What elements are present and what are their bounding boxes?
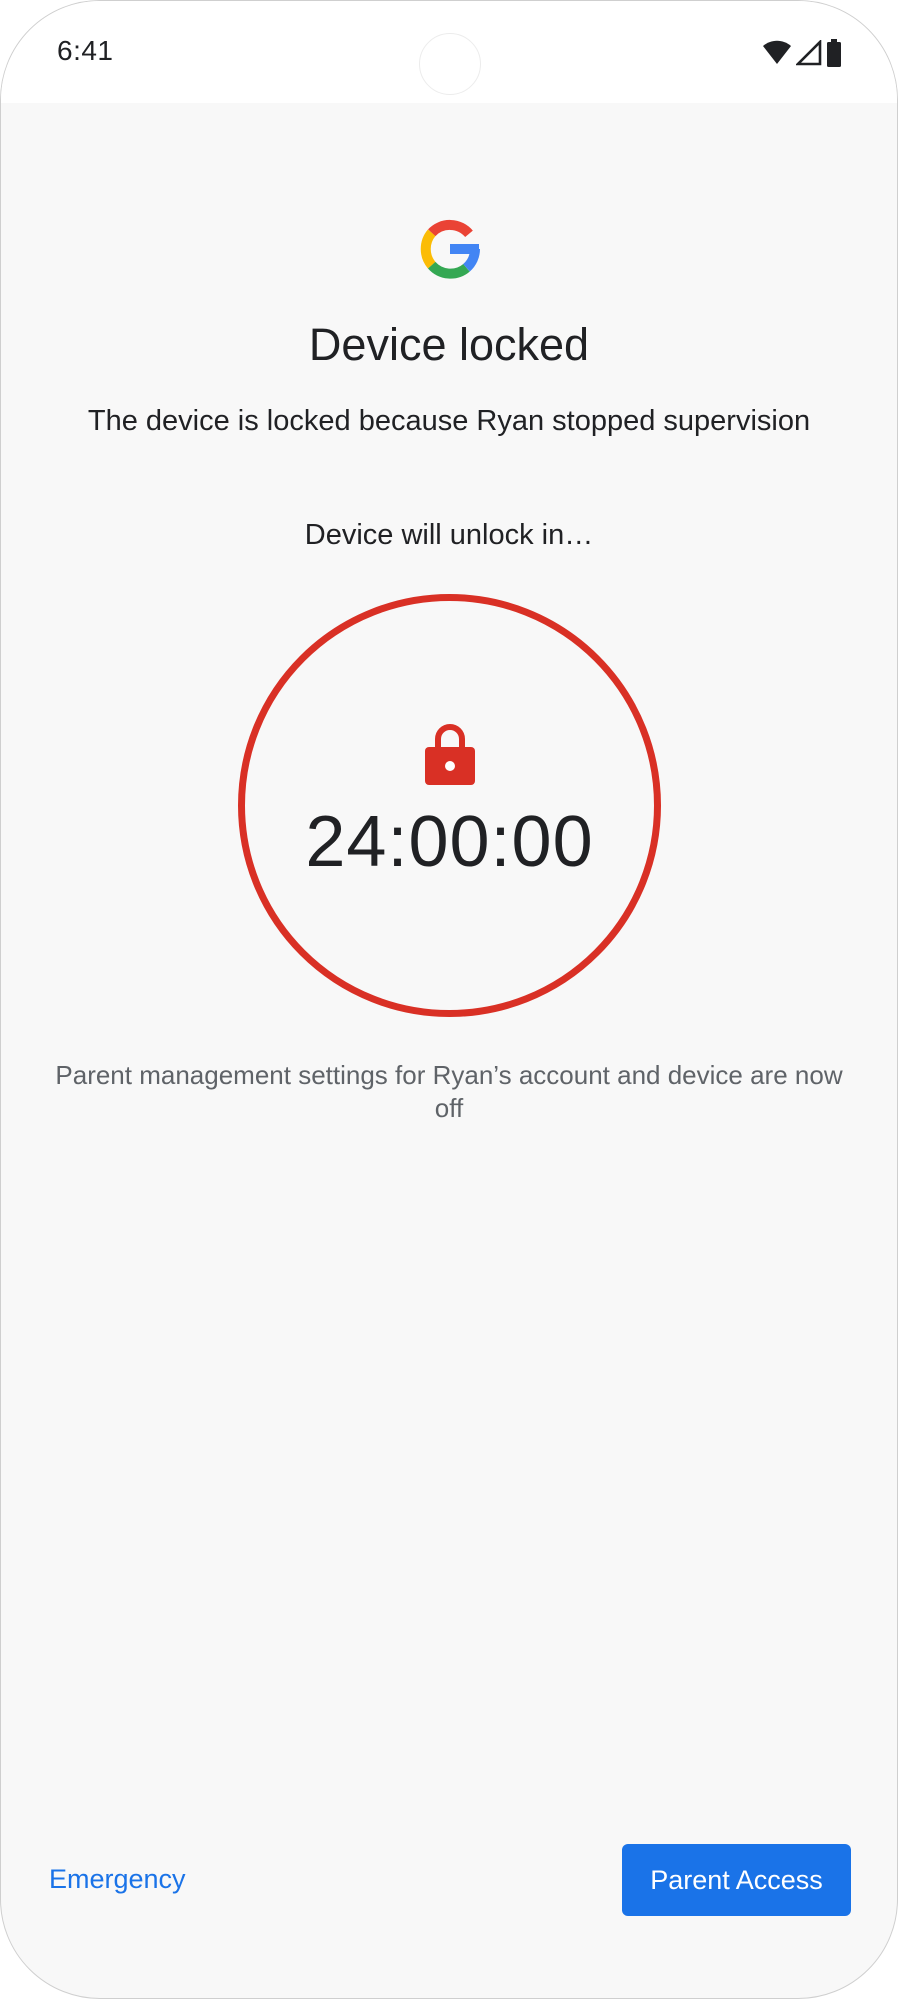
status-time: 6:41: [57, 35, 114, 66]
status-icons: [762, 38, 842, 67]
lock-reason-text: The device is locked because Ryan stoppe…: [87, 405, 811, 437]
status-bar: 6:41: [1, 1, 897, 103]
front-camera: [419, 33, 481, 95]
countdown-label: Device will unlock in…: [304, 519, 594, 551]
countdown-timer: 24:00:00: [305, 802, 594, 882]
wifi-icon: [762, 40, 792, 66]
device-screen: 6:41 Device locked The device is locked …: [0, 0, 898, 1999]
google-g-icon: [420, 219, 481, 279]
supervision-info-text: Parent management settings for Ryan’s ac…: [55, 1060, 843, 1123]
emergency-button[interactable]: Emergency: [49, 1864, 186, 1895]
battery-icon: [826, 39, 842, 67]
parent-access-button[interactable]: Parent Access: [622, 1844, 851, 1916]
lock-icon: [425, 721, 475, 785]
page-title: Device locked: [308, 319, 590, 370]
cell-signal-icon: [794, 38, 822, 66]
